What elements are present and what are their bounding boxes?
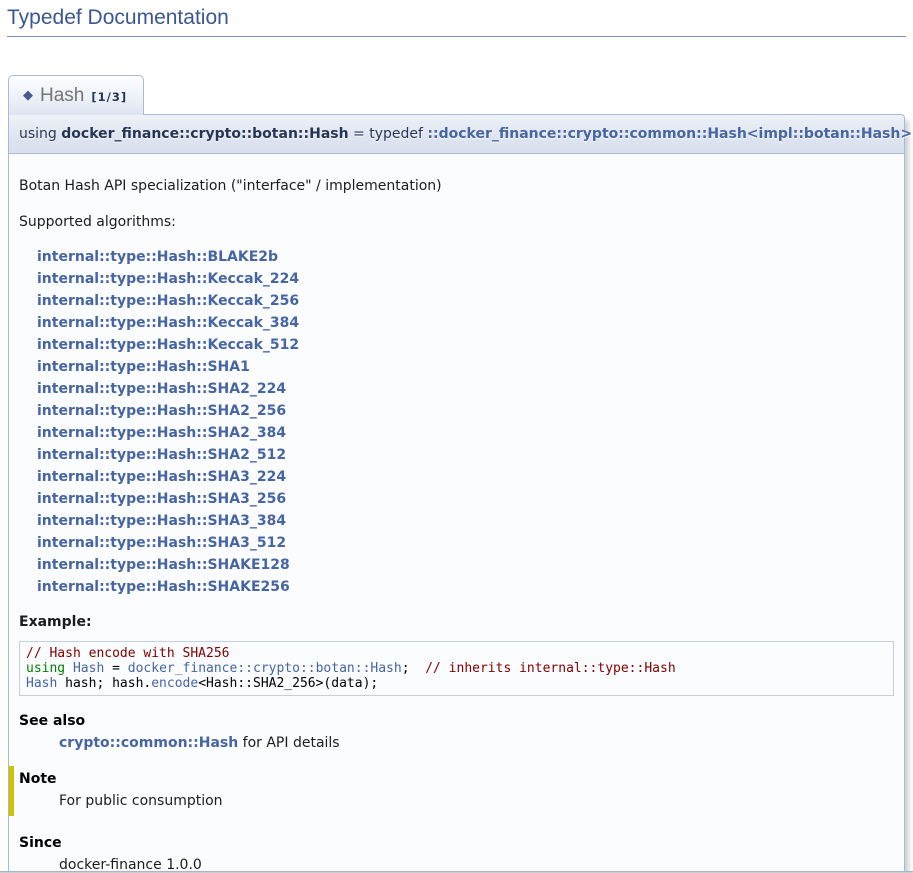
- section-heading: Typedef Documentation: [7, 6, 906, 37]
- see-also-content: crypto::common::Hash for API details: [59, 732, 894, 754]
- code-comment: // inherits internal::type::Hash: [425, 661, 675, 676]
- see-also-suffix: for API details: [238, 735, 339, 751]
- code-text: [65, 661, 73, 676]
- proto-target-type-link[interactable]: ::docker_finance::crypto::common::Hash<i…: [427, 126, 912, 142]
- code-line: using Hash = docker_finance::crypto::bot…: [26, 661, 887, 676]
- algorithm-link[interactable]: internal::type::Hash::SHAKE128: [37, 554, 894, 576]
- algorithm-link-list: internal::type::Hash::BLAKE2binternal::t…: [37, 246, 894, 598]
- permalink-anchor-icon[interactable]: ◆: [23, 88, 33, 103]
- member-prototype: using docker_finance::crypto::botan::Has…: [8, 114, 905, 154]
- algorithm-link[interactable]: internal::type::Hash::SHAKE256: [37, 576, 894, 598]
- algorithm-link[interactable]: internal::type::Hash::SHA2_256: [37, 400, 894, 422]
- code-line: // Hash encode with SHA256: [26, 646, 887, 661]
- since-section: Since docker-finance 1.0.0: [19, 832, 894, 873]
- proto-typedef-connector: = typedef: [349, 126, 428, 142]
- member-box: using docker_finance::crypto::botan::Has…: [8, 114, 905, 873]
- since-label: Since: [19, 832, 894, 854]
- code-text: <Hash::SHA2_256>(data);: [198, 676, 378, 691]
- supported-algorithms-label: Supported algorithms:: [19, 212, 894, 232]
- note-label: Note: [19, 768, 894, 790]
- algorithm-link[interactable]: internal::type::Hash::SHA3_224: [37, 466, 894, 488]
- algorithm-link[interactable]: internal::type::Hash::SHA2_512: [37, 444, 894, 466]
- algorithm-link[interactable]: internal::type::Hash::Keccak_512: [37, 334, 894, 356]
- code-text: hash; hash.: [57, 676, 151, 691]
- member-overload-index: [1/3]: [91, 90, 127, 104]
- algorithm-link[interactable]: internal::type::Hash::BLAKE2b: [37, 246, 894, 268]
- member-name: Hash: [40, 85, 84, 106]
- note-text: For public consumption: [59, 790, 894, 812]
- code-link-botan-hash[interactable]: docker_finance::crypto::botan::Hash: [128, 661, 402, 676]
- algorithm-link[interactable]: internal::type::Hash::Keccak_384: [37, 312, 894, 334]
- code-link-hash[interactable]: Hash: [73, 661, 104, 676]
- algorithm-link[interactable]: internal::type::Hash::SHA1: [37, 356, 894, 378]
- see-also-link[interactable]: crypto::common::Hash: [59, 735, 238, 751]
- code-text: =: [104, 661, 127, 676]
- proto-typedef-name: docker_finance::crypto::botan::Hash: [61, 126, 348, 142]
- algorithm-link[interactable]: internal::type::Hash::Keccak_224: [37, 268, 894, 290]
- code-fragment: // Hash encode with SHA256 using Hash = …: [19, 641, 894, 696]
- algorithm-link[interactable]: internal::type::Hash::Keccak_256: [37, 290, 894, 312]
- summary-paragraph: Botan Hash API specialization ("interfac…: [19, 176, 894, 196]
- note-section: Note For public consumption: [9, 766, 894, 816]
- code-comment: // Hash encode with SHA256: [26, 646, 230, 661]
- algorithm-link[interactable]: internal::type::Hash::SHA3_512: [37, 532, 894, 554]
- proto-using-keyword: using: [19, 126, 61, 142]
- member-title-tab: ◆ Hash [1/3]: [8, 75, 144, 115]
- see-also-section: See also crypto::common::Hash for API de…: [19, 710, 894, 754]
- code-link-encode[interactable]: encode: [151, 676, 198, 691]
- code-line: Hash hash; hash.encode<Hash::SHA2_256>(d…: [26, 676, 887, 691]
- algorithm-link[interactable]: internal::type::Hash::SHA3_256: [37, 488, 894, 510]
- code-text: ;: [402, 661, 425, 676]
- member-documentation: Botan Hash API specialization ("interfac…: [8, 154, 905, 873]
- algorithm-link[interactable]: internal::type::Hash::SHA2_384: [37, 422, 894, 444]
- algorithm-link[interactable]: internal::type::Hash::SHA2_224: [37, 378, 894, 400]
- member-item: ◆Hash[1/3] using docker_finance::crypto:…: [8, 75, 905, 873]
- example-label: Example:: [19, 612, 894, 632]
- see-also-label: See also: [19, 710, 894, 732]
- code-keyword: using: [26, 661, 65, 676]
- code-link-hash-type[interactable]: Hash: [26, 676, 57, 691]
- algorithm-link[interactable]: internal::type::Hash::SHA3_384: [37, 510, 894, 532]
